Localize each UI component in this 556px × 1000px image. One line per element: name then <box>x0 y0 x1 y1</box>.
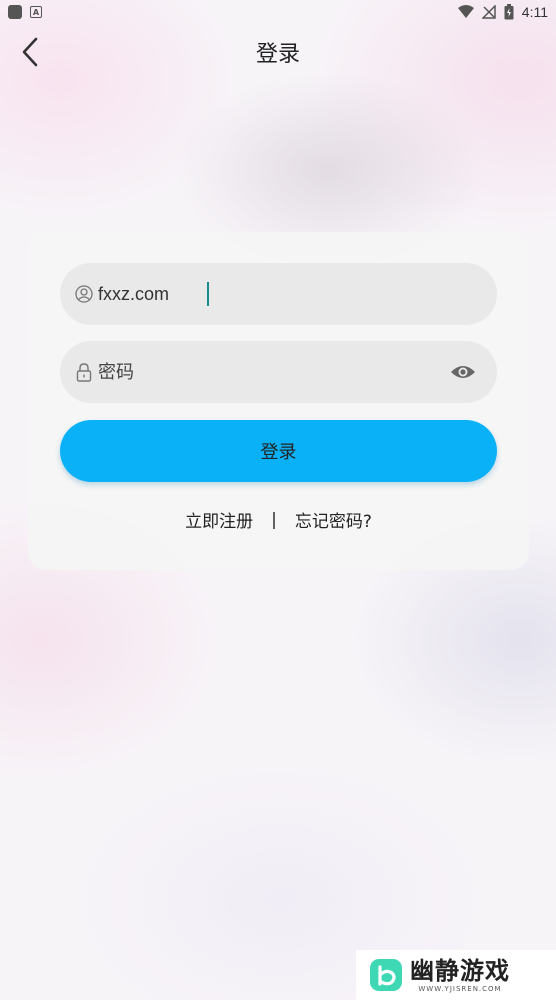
text-caret <box>207 282 209 306</box>
watermark: 幽静游戏 WWW.YJISREN.COM <box>356 950 556 1000</box>
password-input[interactable] <box>98 341 438 403</box>
password-field[interactable] <box>60 341 497 403</box>
notification-square-icon <box>8 5 22 19</box>
login-card: 登录 立即注册 | 忘记密码? <box>28 232 529 570</box>
register-link[interactable]: 立即注册 <box>185 507 253 532</box>
forgot-password-link[interactable]: 忘记密码? <box>295 507 372 532</box>
status-right: 4:11 <box>457 4 548 20</box>
username-field[interactable] <box>60 263 497 325</box>
wifi-icon <box>457 5 474 18</box>
watermark-url: WWW.YJISREN.COM <box>418 985 502 993</box>
eye-icon <box>451 366 475 378</box>
battery-charging-icon <box>504 4 514 20</box>
password-visibility-toggle[interactable] <box>449 360 477 384</box>
watermark-text: 幽静游戏 WWW.YJISREN.COM <box>410 957 510 993</box>
lock-icon <box>74 362 94 382</box>
watermark-logo-icon <box>370 959 402 991</box>
status-left: A <box>8 5 42 19</box>
status-time: 4:11 <box>521 4 548 20</box>
status-bar: A 4:11 <box>0 0 556 24</box>
username-input[interactable] <box>98 263 438 325</box>
watermark-name: 幽静游戏 <box>410 957 510 985</box>
link-separator: | <box>271 509 277 530</box>
a-app-icon: A <box>30 6 42 18</box>
page-title: 登录 <box>255 42 300 67</box>
user-icon <box>74 284 94 304</box>
login-button[interactable]: 登录 <box>60 420 497 482</box>
header: 登录 <box>0 26 556 80</box>
no-signal-icon <box>481 5 496 19</box>
auth-links: 立即注册 | 忘记密码? <box>28 507 529 533</box>
